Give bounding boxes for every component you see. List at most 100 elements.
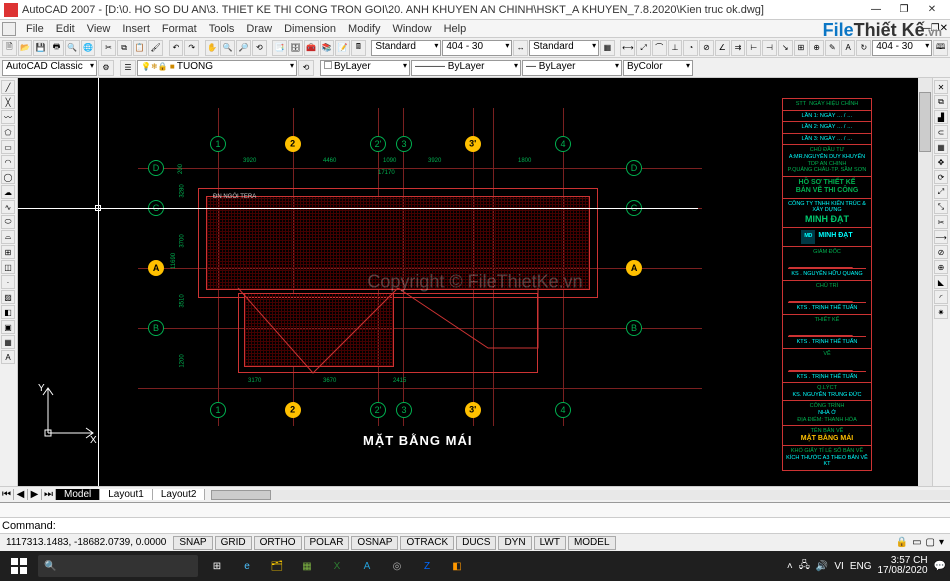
table-icon[interactable]: ▦	[600, 40, 615, 56]
tray-lock-icon[interactable]: 🔒	[896, 537, 908, 548]
textstyle-combo[interactable]: Standard	[371, 40, 441, 56]
pline-icon[interactable]: 〰	[1, 110, 15, 124]
rotate-icon[interactable]: ⟳	[934, 170, 948, 184]
print-icon[interactable]: 🖶	[49, 40, 64, 56]
calc-icon[interactable]: 🖩	[351, 40, 366, 56]
dimstyle-combo[interactable]: 404 - 30	[442, 40, 512, 56]
vscrollbar[interactable]	[918, 78, 932, 486]
status-ortho[interactable]: ORTHO	[254, 536, 302, 550]
ellarc-icon[interactable]: ⌓	[1, 230, 15, 244]
menu-modify[interactable]: Modify	[342, 23, 386, 35]
taskbar-search[interactable]: 🔍	[38, 555, 198, 577]
status-lwt[interactable]: LWT	[534, 536, 566, 550]
tray-chevron-icon[interactable]: ▾	[939, 537, 944, 548]
tab-nav-next[interactable]: ▶	[28, 489, 42, 500]
spline-icon[interactable]: ∿	[1, 200, 15, 214]
dim-icon[interactable]: ↔	[513, 40, 528, 56]
tablestyle-combo[interactable]: Standard	[529, 40, 599, 56]
mtext-icon[interactable]: A	[1, 350, 15, 364]
erase-icon[interactable]: ✕	[934, 80, 948, 94]
xline-icon[interactable]: ╳	[1, 95, 15, 109]
undo-icon[interactable]: ↶	[169, 40, 184, 56]
action-center-icon[interactable]: 💬	[934, 561, 946, 572]
autocad-icon[interactable]: A	[352, 553, 382, 579]
dimdia-icon[interactable]: ⊘	[699, 40, 714, 56]
point-icon[interactable]: ·	[1, 275, 15, 289]
tray-volume-icon[interactable]: 🔊	[816, 561, 828, 572]
props-icon[interactable]: 📑	[272, 40, 287, 56]
dimord-icon[interactable]: ⊥	[668, 40, 683, 56]
table2-icon[interactable]: ▦	[1, 335, 15, 349]
toolpal-icon[interactable]: 🧰	[304, 40, 319, 56]
color-combo[interactable]: ByLayer	[320, 60, 410, 76]
tab-layout2[interactable]: Layout2	[153, 489, 206, 500]
fillet-icon[interactable]: ◜	[934, 290, 948, 304]
ssm-icon[interactable]: 📚	[320, 40, 335, 56]
insert-icon[interactable]: ⊞	[1, 245, 15, 259]
maximize-button[interactable]: ❐	[890, 1, 918, 19]
command-input[interactable]	[58, 520, 948, 532]
menu-view[interactable]: View	[81, 23, 117, 35]
zoom-win-icon[interactable]: 🔎	[236, 40, 251, 56]
task-app3-icon[interactable]: ◧	[442, 553, 472, 579]
revcloud-icon[interactable]: ☁	[1, 185, 15, 199]
publish-icon[interactable]: 🌐	[81, 40, 96, 56]
minimize-button[interactable]: —	[862, 1, 890, 19]
task-app1-icon[interactable]: ▦	[292, 553, 322, 579]
explode-icon[interactable]: ✷	[934, 305, 948, 319]
menu-help[interactable]: Help	[438, 23, 473, 35]
layermgr-icon[interactable]: ☰	[120, 60, 136, 76]
open-icon[interactable]: 📂	[18, 40, 33, 56]
offset-icon[interactable]: ⊂	[934, 125, 948, 139]
cut-icon[interactable]: ✂	[101, 40, 116, 56]
circle-icon[interactable]: ◯	[1, 170, 15, 184]
scale-icon[interactable]: ⤢	[934, 185, 948, 199]
tray-annoscale-icon[interactable]: ▭	[912, 537, 921, 548]
trim-icon[interactable]: ✂	[934, 215, 948, 229]
layer-combo[interactable]: 💡❄🔒 ■ TUONG	[137, 60, 297, 76]
redo-icon[interactable]: ↷	[184, 40, 199, 56]
dimcen-icon[interactable]: ⊕	[809, 40, 824, 56]
qdim-icon[interactable]: ⇉	[731, 40, 746, 56]
plotstyle-combo[interactable]: ByColor	[623, 60, 693, 76]
status-osnap[interactable]: OSNAP	[351, 536, 398, 550]
menu-draw[interactable]: Draw	[240, 23, 278, 35]
preview-icon[interactable]: 🔍	[65, 40, 80, 56]
system-tray[interactable]: ˄ 🖧 🔊 VI ENG 3:57 CH17/08/2020 💬	[787, 556, 946, 576]
dimtedit-icon[interactable]: A	[841, 40, 856, 56]
block-icon[interactable]: ◫	[1, 260, 15, 274]
move-icon[interactable]: ✥	[934, 155, 948, 169]
hatch-icon[interactable]: ▨	[1, 290, 15, 304]
leader-icon[interactable]: ↘	[778, 40, 793, 56]
start-button[interactable]	[4, 553, 34, 579]
status-grid[interactable]: GRID	[215, 536, 252, 550]
command-history[interactable]	[0, 503, 950, 517]
zoom-prev-icon[interactable]: ⟲	[252, 40, 267, 56]
menu-file[interactable]: File	[20, 23, 50, 35]
tray-cleanscreen-icon[interactable]: ▢	[926, 537, 935, 548]
ellipse-icon[interactable]: ⬭	[1, 215, 15, 229]
zoom-rt-icon[interactable]: 🔍	[220, 40, 235, 56]
status-polar[interactable]: POLAR	[304, 536, 350, 550]
zalo-icon[interactable]: Z	[412, 553, 442, 579]
chamfer-icon[interactable]: ◣	[934, 275, 948, 289]
edge-icon[interactable]: e	[232, 553, 262, 579]
dimbase-icon[interactable]: ⊢	[746, 40, 761, 56]
ws-settings-icon[interactable]: ⚙	[98, 60, 114, 76]
arc-icon[interactable]: ◠	[1, 155, 15, 169]
tab-layout1[interactable]: Layout1	[100, 489, 153, 500]
status-otrack[interactable]: OTRACK	[400, 536, 454, 550]
menu-dimension[interactable]: Dimension	[278, 23, 342, 35]
menu-insert[interactable]: Insert	[116, 23, 156, 35]
break-icon[interactable]: ⊘	[934, 245, 948, 259]
dimlin-icon[interactable]: ⟷	[620, 40, 635, 56]
status-ducs[interactable]: DUCS	[456, 536, 496, 550]
paste-icon[interactable]: 📋	[133, 40, 148, 56]
tol-icon[interactable]: ⊞	[794, 40, 809, 56]
extend-icon[interactable]: ⟶	[934, 230, 948, 244]
copy-icon[interactable]: ⧉	[117, 40, 132, 56]
command-line[interactable]: Command:	[0, 517, 950, 533]
menu-format[interactable]: Format	[156, 23, 203, 35]
dimedit-icon[interactable]: ✎	[825, 40, 840, 56]
lineweight-combo[interactable]: — ByLayer	[522, 60, 622, 76]
